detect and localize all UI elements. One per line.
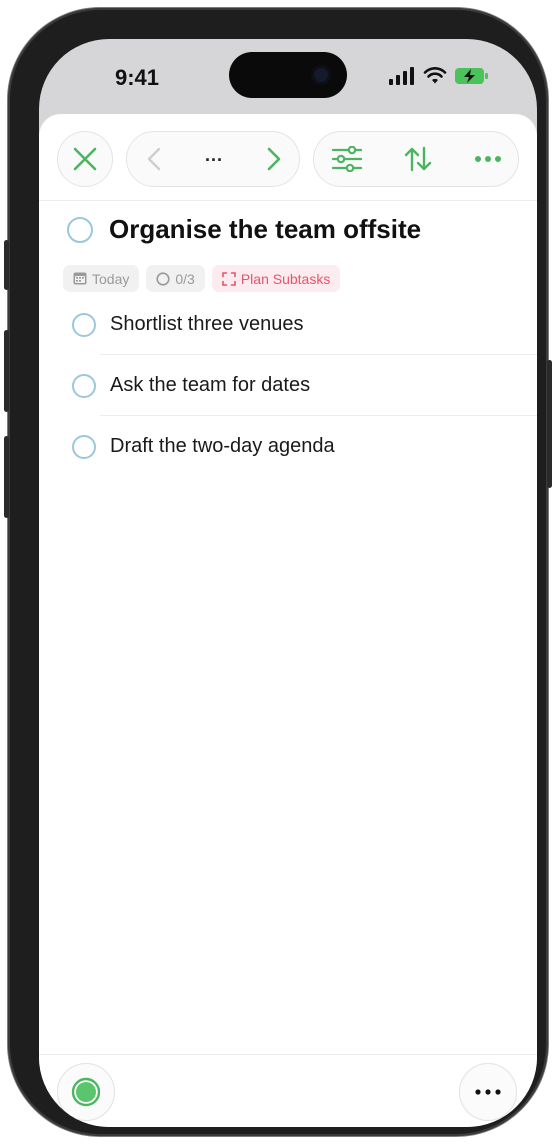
subtask-checkbox[interactable] <box>72 373 96 398</box>
plan-subtasks-label: Plan Subtasks <box>240 270 331 287</box>
bottom-bar <box>39 1054 537 1127</box>
next-task-button[interactable] <box>259 132 289 186</box>
task-header: Organise the team offsite <box>67 214 421 245</box>
task-chips: Today 0/3 Plan Subtasks <box>63 265 341 292</box>
dynamic-island <box>229 52 347 98</box>
subtask-label[interactable]: Ask the team for dates <box>110 374 310 397</box>
task-sheet: ... Organise the team offsite Today 0/3 … <box>39 114 537 1127</box>
top-toolbar: ... <box>39 114 537 201</box>
close-button[interactable] <box>57 131 113 187</box>
more-options-button[interactable] <box>468 132 508 186</box>
volume-down-button <box>4 436 9 518</box>
battery-charging-icon <box>455 68 488 84</box>
chevron-left-icon <box>147 147 161 171</box>
screen: 9:41 ... Organise the team offsite Today… <box>39 39 537 1127</box>
subtask-item[interactable]: Ask the team for dates <box>39 355 537 416</box>
subtask-label[interactable]: Shortlist three venues <box>110 313 303 336</box>
subtask-progress-label: 0/3 <box>175 270 195 287</box>
wifi-icon <box>423 67 447 84</box>
camera-icon <box>311 65 331 85</box>
calendar-icon <box>73 272 87 285</box>
more-icon <box>475 156 501 162</box>
cellular-signal-icon <box>389 67 414 85</box>
due-date-chip[interactable]: Today <box>63 265 140 292</box>
green-circle-icon <box>71 1077 101 1107</box>
sort-button[interactable] <box>400 132 436 186</box>
close-icon <box>58 132 112 186</box>
filter-button[interactable] <box>328 132 366 186</box>
task-title[interactable]: Organise the team offsite <box>109 214 421 245</box>
task-navigation: ... <box>126 131 300 187</box>
subtask-item[interactable]: Shortlist three venues <box>39 294 537 355</box>
volume-up-button <box>4 330 9 412</box>
subtask-label[interactable]: Draft the two-day agenda <box>110 435 335 458</box>
sliders-icon <box>332 146 362 172</box>
due-date-label: Today <box>92 270 130 287</box>
subtask-progress-chip[interactable]: 0/3 <box>146 265 205 292</box>
subtask-list: Shortlist three venues Ask the team for … <box>39 294 537 477</box>
more-icon <box>475 1089 501 1095</box>
sort-icon <box>404 146 432 172</box>
status-time: 9:41 <box>115 65 160 90</box>
circle-icon <box>156 271 170 286</box>
power-button <box>547 360 552 488</box>
task-checkbox[interactable] <box>67 216 93 243</box>
bottom-more-button[interactable] <box>459 1063 517 1121</box>
previous-task-button[interactable] <box>139 132 169 186</box>
chevron-right-icon <box>267 147 281 171</box>
status-button[interactable] <box>57 1063 115 1121</box>
subtask-item[interactable]: Draft the two-day agenda <box>39 416 537 477</box>
scan-frame-icon <box>222 271 236 286</box>
status-icons <box>389 67 489 85</box>
action-button <box>4 240 9 290</box>
subtask-checkbox[interactable] <box>72 312 96 337</box>
plan-subtasks-chip[interactable]: Plan Subtasks <box>211 265 341 292</box>
phone-frame: 9:41 ... Organise the team offsite Today… <box>4 8 552 1136</box>
status-bar: 9:41 <box>39 39 537 119</box>
actions-group <box>313 131 519 187</box>
nav-indicator: ... <box>205 145 224 165</box>
subtask-checkbox[interactable] <box>72 434 96 459</box>
